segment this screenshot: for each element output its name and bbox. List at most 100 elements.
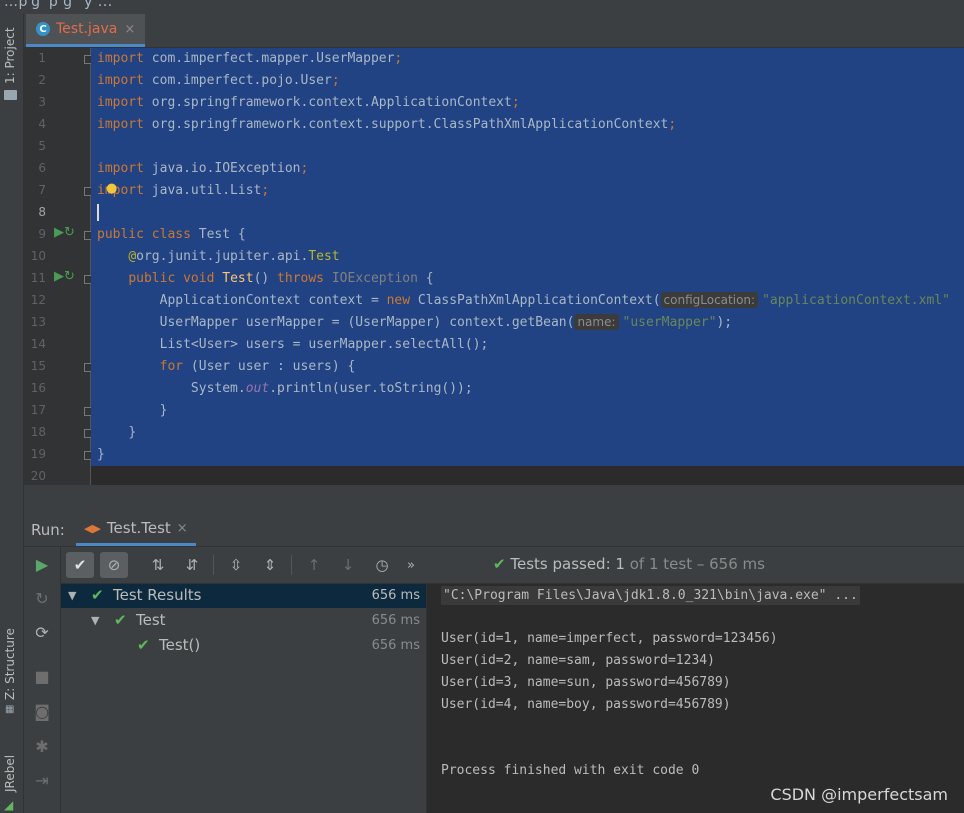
code-line: ApplicationContext context = new ClassPa…	[159, 292, 950, 308]
code-line: import com.imperfect.pojo.User;	[97, 73, 340, 88]
line-gutter: 1 2 3 4 5 6 7 8 9 10 11 12 13 14 15 16 1…	[24, 48, 93, 485]
run-side-toolbar: ▶ ↻ ⟳ ■ ◙ ✱ ⇥	[24, 547, 61, 813]
toggle-auto-test-icon[interactable]: ⟳	[33, 623, 51, 642]
line-number: 2	[38, 73, 46, 87]
tree-row-test-results[interactable]: ▼ ✔ Test Results 656 ms	[61, 584, 426, 608]
tab-test-java[interactable]: C Test.java ×	[26, 14, 146, 47]
next-failed-button[interactable]: ↓	[334, 552, 362, 578]
run-gutter-icon[interactable]: ▶↻	[54, 225, 75, 240]
code-line: for (User user : users) {	[159, 359, 356, 374]
camera-icon[interactable]: ◙	[33, 702, 51, 721]
pass-check-icon: ✔	[493, 555, 506, 573]
tree-row-label: Test	[136, 611, 166, 629]
console-output[interactable]: "C:\Program Files\Java\jdk1.8.0_321\bin\…	[427, 584, 964, 813]
code-line: }	[128, 425, 137, 440]
breadcrumb-text: …p g p g y ...	[4, 0, 113, 10]
folder-icon[interactable]	[4, 90, 17, 100]
line-number: 16	[30, 381, 46, 395]
history-icon[interactable]: ◷	[368, 552, 396, 578]
tab-run-config[interactable]: ◀▶ Test.Test ×	[76, 513, 196, 546]
line-number: 5	[38, 139, 46, 153]
collapse-all-button[interactable]: ⇕	[256, 552, 284, 578]
expand-all-button[interactable]: ⇳	[222, 552, 250, 578]
tree-row-duration: 656 ms	[371, 588, 420, 603]
line-number: 13	[30, 315, 46, 329]
lightbulb-icon[interactable]: ●	[106, 181, 118, 196]
show-ignored-button[interactable]: ⊘	[100, 552, 128, 578]
line-number: 10	[30, 249, 46, 263]
console-command: "C:\Program Files\Java\jdk1.8.0_321\bin\…	[441, 586, 860, 605]
line-number: 19	[30, 447, 46, 461]
tab-label: Test.java	[56, 21, 118, 37]
code-line: }	[97, 447, 105, 462]
show-passed-button[interactable]: ✔	[66, 552, 94, 578]
tree-row-label: Test()	[159, 636, 201, 654]
jrebel-icon[interactable]: ◢	[4, 798, 13, 812]
close-tab-icon[interactable]: ×	[124, 22, 135, 37]
structure-icon[interactable]: ▦	[5, 704, 15, 715]
structure-tool-button[interactable]: Z: Structure	[3, 628, 17, 700]
text-caret	[97, 204, 99, 221]
passed-check-icon: ✔	[91, 586, 104, 604]
exit-icon[interactable]: ⇥	[33, 771, 51, 790]
code-line: UserMapper userMapper = (UserMapper) con…	[159, 314, 733, 330]
code-line: import java.io.IOException;	[97, 161, 309, 176]
jrebel-tool-button[interactable]: JRebel	[3, 755, 17, 792]
tree-row-duration: 656 ms	[371, 613, 420, 628]
rerun-failed-icon[interactable]: ↻	[33, 589, 51, 608]
line-number: 17	[30, 403, 46, 417]
line-number: 12	[30, 293, 46, 307]
run-gutter-icon[interactable]: ▶↻	[54, 269, 75, 284]
tree-row-test-method[interactable]: ✔ Test() 656 ms	[61, 634, 426, 658]
line-number: 15	[30, 359, 46, 373]
console-line: User(id=1, name=imperfect, password=1234…	[441, 631, 778, 646]
sort-duration-button[interactable]: ⇵	[178, 552, 206, 578]
test-status: ✔ Tests passed: 1 of 1 test – 656 ms	[493, 555, 765, 573]
code-line: @org.junit.jupiter.api.Test	[128, 249, 340, 264]
expand-arrow-icon[interactable]: ▼	[91, 614, 99, 627]
previous-failed-button[interactable]: ↑	[300, 552, 328, 578]
code-line: List<User> users = userMapper.selectAll(…	[159, 337, 489, 352]
navigation-breadcrumb: …p g p g y ...	[0, 0, 964, 14]
line-number: 1	[38, 51, 46, 65]
more-actions-icon[interactable]: »	[401, 552, 421, 578]
rerun-icon[interactable]: ▶	[33, 555, 51, 574]
code-line: System.out.println(user.toString());	[190, 381, 473, 396]
watermark: CSDN @imperfectsam	[770, 785, 948, 804]
code-line: }	[159, 403, 168, 418]
line-number: 6	[38, 161, 46, 175]
run-label: Run:	[31, 521, 65, 539]
project-tool-button[interactable]: 1: Project	[3, 27, 17, 84]
expand-arrow-icon[interactable]: ▼	[68, 589, 76, 602]
code-line: public class Test {	[97, 227, 246, 242]
java-class-icon: C	[36, 22, 50, 36]
parameter-hint: configLocation:	[660, 292, 759, 308]
run-tab-label: Test.Test	[106, 519, 171, 537]
console-line: User(id=3, name=sun, password=456789)	[441, 675, 731, 690]
code-line: import org.springframework.context.suppo…	[97, 117, 677, 132]
test-results-tree: ▼ ✔ Test Results 656 ms ▼ ✔ Test 656 ms …	[61, 584, 427, 813]
tree-row-label: Test Results	[113, 586, 202, 604]
code-editor[interactable]: 1 2 3 4 5 6 7 8 9 10 11 12 13 14 15 16 1…	[24, 48, 964, 485]
editor-tab-bar: C Test.java ×	[24, 14, 964, 48]
close-run-tab-icon[interactable]: ×	[177, 521, 188, 536]
line-number: 14	[30, 337, 46, 351]
line-number: 11	[30, 271, 46, 285]
passed-check-icon: ✔	[114, 611, 127, 629]
line-number: 7	[38, 183, 46, 197]
line-number: 3	[38, 95, 46, 109]
code-line: import org.springframework.context.Appli…	[97, 95, 520, 110]
settings-icon[interactable]: ✱	[33, 737, 51, 756]
tree-row-test-class[interactable]: ▼ ✔ Test 656 ms	[61, 609, 426, 633]
sort-alpha-button[interactable]: ⇅	[144, 552, 172, 578]
test-config-icon: ◀▶	[84, 521, 101, 535]
line-number: 9	[38, 227, 46, 241]
line-number: 8	[38, 205, 46, 219]
test-toolbar: ✔ ⊘ ⇅ ⇵ ⇳ ⇕ ↑ ↓ ◷ » ✔ Tests passed: 1 of…	[61, 547, 964, 584]
left-tool-strip: 1: Project Z: Structure ▦ JRebel ◢	[0, 14, 24, 813]
run-panel-header: Run: ◀▶ Test.Test ×	[24, 513, 964, 547]
panel-splitter[interactable]	[24, 485, 964, 513]
stop-icon[interactable]: ■	[33, 667, 51, 686]
line-number: 18	[30, 425, 46, 439]
passed-check-icon: ✔	[137, 636, 150, 654]
